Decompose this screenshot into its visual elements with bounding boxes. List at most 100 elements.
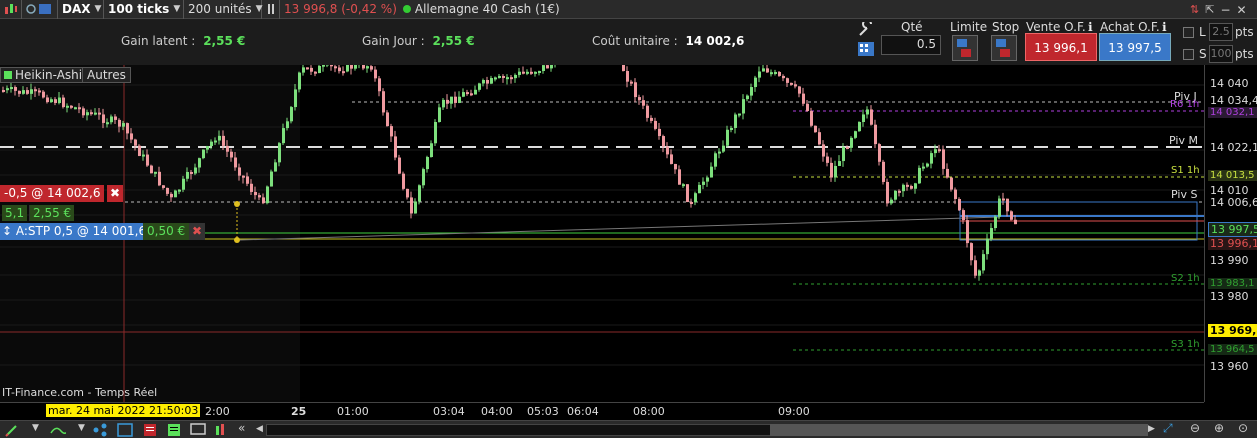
candle-body xyxy=(294,89,297,108)
stop-order-label: A:STP 0,5 @ 14 001,6 xyxy=(15,224,147,238)
price-axis[interactable]: 14 040 14 034,4 14 032,1 14 022,1 14 013… xyxy=(1204,65,1257,402)
table-icon[interactable] xyxy=(166,423,182,437)
limit-pts-input[interactable]: 2.5 xyxy=(1209,23,1233,41)
candle-body xyxy=(458,96,461,103)
candle-body xyxy=(486,79,489,84)
candle-body xyxy=(882,161,885,182)
candle-body xyxy=(954,189,957,199)
collapse-icon[interactable]: « xyxy=(238,421,254,435)
position-gain: 2,55 € xyxy=(29,205,75,221)
swap-icon[interactable]: ⇅ xyxy=(1190,3,1199,16)
wrench-icon[interactable] xyxy=(857,19,877,38)
candle-body xyxy=(842,146,845,162)
zoom-fit-icon[interactable]: ⤢ xyxy=(1163,421,1179,435)
candle-body xyxy=(654,120,657,129)
candle-body xyxy=(710,166,713,178)
chart-config-icon[interactable] xyxy=(214,423,230,437)
screen-icon[interactable] xyxy=(190,423,206,437)
pencil-icon[interactable] xyxy=(4,423,20,437)
candle-body xyxy=(742,99,745,114)
candle-body xyxy=(634,82,637,98)
candle-body xyxy=(114,116,117,120)
indicator-icon[interactable] xyxy=(50,423,66,437)
pivot-label-s2: S2 1h xyxy=(1171,273,1200,284)
candle-body xyxy=(154,171,157,174)
stop-pts-input[interactable]: 100 xyxy=(1209,45,1233,63)
drag-handle-icon[interactable]: ↕ xyxy=(2,224,12,238)
scroll-right-icon[interactable]: ▶ xyxy=(1148,424,1164,438)
zoom-in-icon[interactable]: ⊕ xyxy=(1214,421,1230,435)
sell-button[interactable]: 13 996,1 xyxy=(1025,33,1097,61)
pause-icon[interactable] xyxy=(262,0,280,19)
x-label: 09:00 xyxy=(778,405,810,418)
limit-order-button[interactable] xyxy=(952,35,978,61)
stop-order-badge[interactable]: ↕ A:STP 0,5 @ 14 001,6 xyxy=(0,223,151,240)
stop-label: Stop xyxy=(992,20,1020,34)
calculator-icon[interactable] xyxy=(857,41,877,59)
pivot-label-s3: S3 1h xyxy=(1171,339,1200,350)
price-chart[interactable]: Heikin-Ashi Autres -0,5 @ 14 002,6 ✖ 5,1… xyxy=(0,65,1204,402)
candle-body xyxy=(278,143,281,163)
limit-checkbox[interactable] xyxy=(1183,27,1194,38)
candle-body xyxy=(510,77,513,80)
info-icon[interactable]: ℹ xyxy=(1088,20,1093,34)
candle-body xyxy=(174,190,177,198)
candle-body xyxy=(322,65,325,67)
link-icons[interactable] xyxy=(22,0,58,19)
price-change: 13 996,8 (-0,42 %) xyxy=(284,2,397,16)
candle-body xyxy=(450,96,453,104)
x-label: 05:03 xyxy=(527,405,559,418)
market-name: Allemagne 40 Cash (1€) xyxy=(414,2,560,16)
candle-body xyxy=(82,108,85,116)
position-badge[interactable]: -0,5 @ 14 002,6 xyxy=(0,185,105,202)
share-icon[interactable] xyxy=(92,423,108,437)
stop-checkbox[interactable] xyxy=(1183,49,1194,60)
pivot-label-r6: R6 1h xyxy=(1170,99,1200,110)
candle-body xyxy=(506,77,509,80)
instrument-select[interactable]: DAX ▼ xyxy=(58,0,104,19)
scrollbar-thumb[interactable] xyxy=(770,424,1148,436)
chart-style-select[interactable]: Heikin-Ashi xyxy=(0,67,87,83)
cancel-order-icon[interactable]: ✖ xyxy=(189,223,206,240)
zoom-out-icon[interactable]: ⊖ xyxy=(1190,421,1206,435)
candle-body xyxy=(546,65,549,69)
time-axis[interactable]: 2:00 25 01:00 03:04 04:00 05:03 06:04 08… xyxy=(0,402,1204,420)
minimize-icon[interactable]: − xyxy=(1220,3,1230,17)
candle-body xyxy=(86,112,89,116)
candle-body xyxy=(626,71,629,82)
candle-body xyxy=(722,145,725,152)
top-toolbar: DAX ▼ 100 ticks ▼ 200 unités ▼ 13 996,8 (-0… xyxy=(0,0,1257,19)
stop-order-button[interactable] xyxy=(991,35,1017,61)
candle-body xyxy=(438,107,441,123)
period-select[interactable]: 100 ticks ▼ xyxy=(104,0,184,19)
list-icon[interactable] xyxy=(142,423,158,437)
x-label: 08:00 xyxy=(633,405,665,418)
candle-body xyxy=(142,154,145,157)
candle-body xyxy=(966,220,969,244)
y-label: 14 034,4 xyxy=(1210,94,1257,107)
y-label-bid: 13 996,1 xyxy=(1208,237,1257,250)
candle-body xyxy=(18,90,21,94)
candle-body xyxy=(970,243,973,261)
candle-body xyxy=(166,187,169,194)
maximize-icon[interactable]: ⇱ xyxy=(1205,3,1214,16)
candle-body xyxy=(878,144,881,162)
candle-body xyxy=(698,184,701,194)
candle-body xyxy=(758,71,761,78)
window-icon[interactable] xyxy=(117,423,133,437)
zoom-reset-icon[interactable]: ⊙ xyxy=(1238,421,1254,435)
close-icon[interactable]: ✕ xyxy=(1237,3,1247,17)
candle-body xyxy=(390,126,393,137)
qty-input[interactable]: 0.5 xyxy=(881,35,941,55)
buy-button[interactable]: 13 997,5 xyxy=(1099,33,1171,61)
candle-body xyxy=(926,163,929,167)
candle-body xyxy=(274,162,277,172)
chart-type-icon[interactable] xyxy=(0,0,22,19)
units-select[interactable]: 200 unités ▼ xyxy=(184,0,263,19)
candle-body xyxy=(930,153,933,164)
info-icon[interactable]: ℹ xyxy=(1162,20,1167,34)
chevron-down-icon[interactable]: ▼ xyxy=(32,423,48,437)
close-position-icon[interactable]: ✖ xyxy=(107,185,124,202)
l-label: L xyxy=(1199,25,1206,39)
others-button[interactable]: Autres xyxy=(82,67,131,83)
